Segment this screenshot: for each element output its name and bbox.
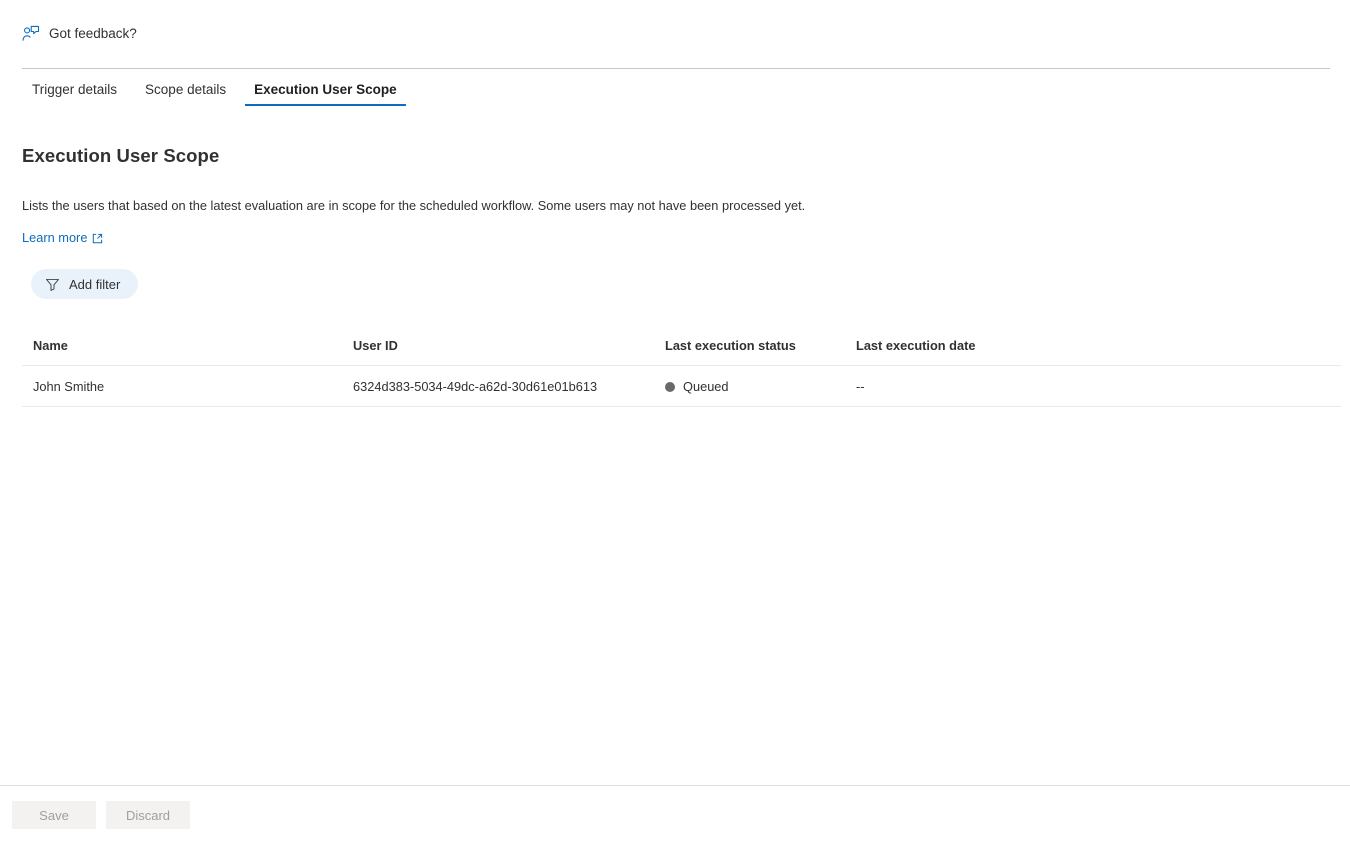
status-dot-icon — [665, 381, 675, 392]
main-content: Execution User Scope Lists the users tha… — [0, 145, 1350, 408]
tab-bar: Trigger details Scope details Execution … — [0, 68, 1350, 106]
add-filter-label: Add filter — [69, 276, 121, 292]
table-header-row: Name User ID Last execution status Last … — [22, 338, 1341, 367]
column-header-name[interactable]: Name — [22, 338, 353, 367]
learn-more-label: Learn more — [22, 230, 88, 246]
status-badge: Queued — [683, 379, 729, 395]
cell-user-id: 6324d383-5034-49dc-a62d-30d61e01b613 — [353, 365, 665, 408]
learn-more-link[interactable]: Learn more — [22, 230, 103, 245]
discard-button[interactable]: Discard — [106, 801, 190, 829]
footer-action-bar: Save Discard — [0, 785, 1350, 844]
column-header-user-id[interactable]: User ID — [353, 338, 665, 367]
toolbar: Add filter — [22, 269, 1328, 300]
page-title: Execution User Scope — [22, 145, 220, 166]
table-row[interactable]: John Smithe 6324d383-5034-49dc-a62d-30d6… — [22, 365, 1341, 408]
cell-last-execution-date: -- — [856, 365, 1341, 408]
tab-scope-details[interactable]: Scope details — [131, 82, 240, 107]
execution-user-scope-table: Name User ID Last execution status Last … — [22, 338, 1341, 408]
tab-execution-user-scope[interactable]: Execution User Scope — [240, 82, 411, 107]
feedback-bar: Got feedback? — [0, 0, 1350, 68]
save-button[interactable]: Save — [12, 801, 96, 829]
got-feedback-link[interactable]: Got feedback? — [22, 25, 137, 43]
external-link-icon — [92, 232, 103, 244]
cell-name: John Smithe — [22, 365, 353, 408]
header-divider — [22, 68, 1330, 69]
funnel-icon — [45, 277, 60, 292]
cell-last-execution-status: Queued — [665, 365, 856, 408]
column-header-last-status[interactable]: Last execution status — [665, 338, 856, 367]
tab-trigger-details[interactable]: Trigger details — [18, 82, 131, 107]
person-feedback-icon — [22, 25, 40, 43]
page-description: Lists the users that based on the latest… — [22, 198, 806, 213]
got-feedback-label: Got feedback? — [49, 26, 137, 42]
add-filter-button[interactable]: Add filter — [31, 269, 139, 300]
column-header-last-date[interactable]: Last execution date — [856, 338, 1341, 367]
